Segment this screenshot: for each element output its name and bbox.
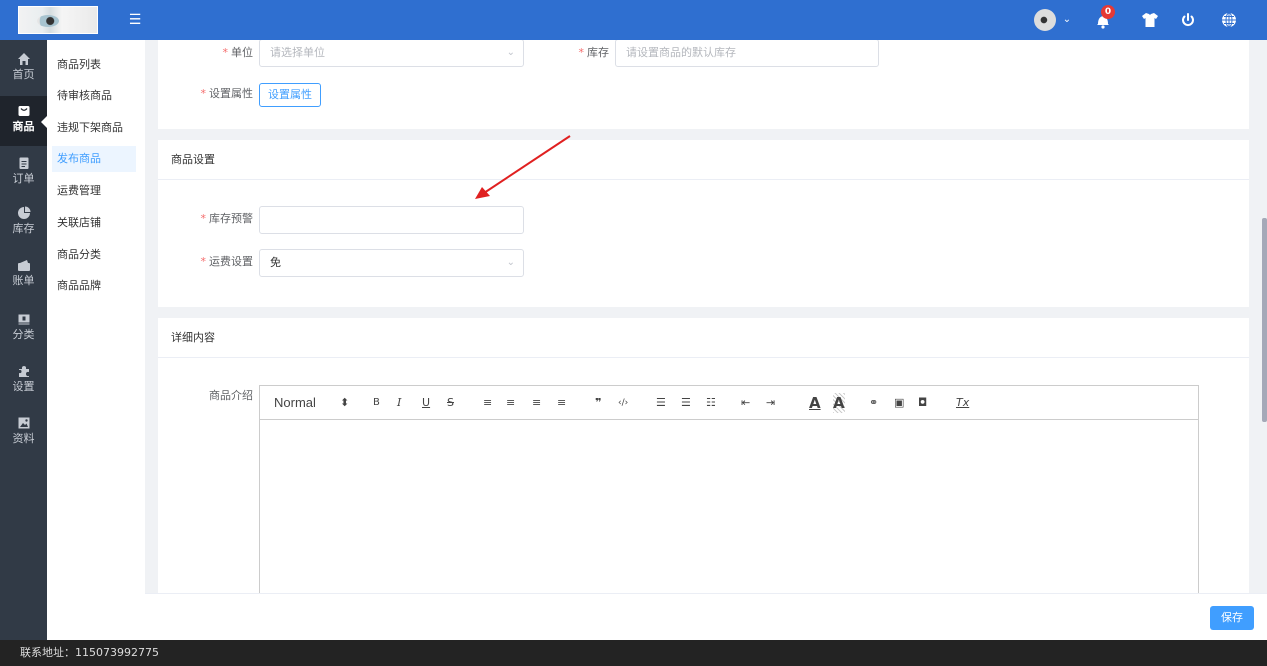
- align-right-icon[interactable]: ≡: [532, 386, 541, 420]
- shipping-label: * 运费设置: [200, 255, 254, 268]
- stock-label: * 库存: [578, 46, 610, 59]
- bold-icon[interactable]: B: [373, 386, 380, 420]
- sub-nav-item-pending-review[interactable]: 待审核商品: [52, 83, 136, 109]
- goods-settings-card: 商品设置 * 库存预警 * 运费设置 免 ⌄: [158, 140, 1249, 307]
- nav-item-orders[interactable]: 订单: [0, 148, 47, 200]
- editor-toolbar: Normal ⬍ B I U S ≡ ≡ ≡ ≡ ❞ ‹/› ☰ ☰ ☷ ⇤ ⇥…: [260, 386, 1198, 420]
- nav-item-home[interactable]: 首页: [0, 44, 47, 96]
- menu-toggle-icon[interactable]: ☰: [128, 11, 142, 29]
- nav-item-category[interactable]: 分类: [0, 304, 47, 356]
- indent-decrease-icon[interactable]: ⇤: [741, 386, 750, 420]
- sub-nav: 商品列表 待审核商品 违规下架商品 发布商品 运费管理 关联店铺 商品分类 商品…: [47, 40, 145, 640]
- nav-item-settings[interactable]: 设置: [0, 356, 47, 408]
- intro-label: 商品介绍: [209, 389, 253, 402]
- sub-nav-item-goods-category[interactable]: 商品分类: [52, 242, 136, 268]
- align-justify-icon[interactable]: ≡: [557, 386, 566, 420]
- format-stepper-icon[interactable]: ⬍: [340, 386, 349, 420]
- bullet-list-icon[interactable]: ☰: [681, 386, 691, 420]
- unit-label: * 单位: [222, 46, 254, 59]
- align-center-icon[interactable]: ≡: [506, 386, 515, 420]
- tag-icon: [17, 312, 31, 326]
- nav-item-profile[interactable]: 资料: [0, 408, 47, 460]
- set-attributes-button[interactable]: 设置属性: [259, 83, 321, 107]
- main-nav: 首页 商品 订单 库存 账单 分类 设置 资料: [0, 40, 47, 640]
- rich-text-editor: Normal ⬍ B I U S ≡ ≡ ≡ ≡ ❞ ‹/› ☰ ☰ ☷ ⇤ ⇥…: [259, 385, 1199, 593]
- nav-label: 商品: [12, 120, 35, 133]
- clear-format-icon[interactable]: Tx: [956, 386, 969, 420]
- background-color-icon[interactable]: A: [833, 393, 845, 413]
- stock-warning-input[interactable]: [259, 206, 524, 234]
- align-left-icon[interactable]: ≡: [483, 386, 492, 420]
- image-icon: [17, 416, 31, 430]
- sub-nav-item-violation-removed[interactable]: 违规下架商品: [52, 115, 136, 141]
- save-button[interactable]: 保存: [1210, 606, 1254, 630]
- link-icon[interactable]: ⚭: [869, 386, 878, 420]
- indent-increase-icon[interactable]: ⇥: [766, 386, 775, 420]
- washing-machine-logo-icon: [37, 15, 59, 27]
- globe-icon[interactable]: [1218, 9, 1240, 31]
- stock-warning-label: * 库存预警: [200, 212, 254, 225]
- chevron-down-icon[interactable]: ⌄: [1060, 10, 1074, 30]
- logo[interactable]: [18, 6, 98, 34]
- chevron-down-icon: ⌄: [506, 257, 515, 268]
- wallet-icon: [17, 258, 31, 272]
- top-bar: ☰ ⌄ 0: [0, 0, 1267, 40]
- basic-info-card: * 单位 请选择单位 ⌄ * 库存 请设置商品的默认库存 * 设置属性 设置属性: [158, 40, 1249, 129]
- nav-label: 账单: [12, 274, 35, 287]
- editor-body[interactable]: [260, 420, 1198, 593]
- stock-input[interactable]: 请设置商品的默认库存: [615, 40, 879, 67]
- blockquote-icon[interactable]: ❞: [595, 386, 601, 420]
- footer-action-bar: 保存: [145, 593, 1267, 640]
- ordered-list-icon[interactable]: ☰: [656, 386, 666, 420]
- pie-chart-icon: [17, 206, 31, 220]
- nav-label: 订单: [12, 172, 35, 185]
- nav-item-inventory[interactable]: 库存: [0, 198, 47, 250]
- sub-nav-item-publish-goods[interactable]: 发布商品: [52, 146, 136, 172]
- contact-info: 联系地址：115073992775: [20, 646, 159, 659]
- underline-icon[interactable]: U: [422, 386, 430, 420]
- sub-nav-item-shipping-management[interactable]: 运费管理: [52, 178, 136, 204]
- goods-settings-title: 商品设置: [158, 140, 1249, 180]
- sub-nav-item-goods-brand[interactable]: 商品品牌: [52, 273, 136, 299]
- clipboard-icon: [17, 156, 31, 170]
- status-bar: 联系地址：115073992775: [0, 640, 1267, 666]
- attr-label: * 设置属性: [200, 87, 254, 100]
- sub-nav-item-linked-stores[interactable]: 关联店铺: [52, 210, 136, 236]
- shopping-bag-icon: [17, 104, 31, 118]
- puzzle-icon: [17, 364, 31, 378]
- shipping-select[interactable]: 免 ⌄: [259, 249, 524, 277]
- sub-nav-item-goods-list[interactable]: 商品列表: [52, 52, 136, 78]
- text-color-icon[interactable]: A: [809, 386, 821, 420]
- format-select[interactable]: Normal: [274, 386, 316, 420]
- check-list-icon[interactable]: ☷: [706, 386, 716, 420]
- tshirt-icon[interactable]: [1139, 9, 1161, 31]
- power-icon[interactable]: [1177, 9, 1199, 31]
- video-icon[interactable]: ◘: [918, 386, 927, 420]
- detail-content-card: 详细内容 商品介绍 Normal ⬍ B I U S ≡ ≡ ≡ ≡ ❞ ‹/›…: [158, 318, 1249, 593]
- notification-badge: 0: [1101, 5, 1115, 19]
- nav-label: 资料: [12, 432, 35, 445]
- italic-icon[interactable]: I: [397, 386, 401, 420]
- nav-label: 设置: [12, 380, 35, 393]
- nav-label: 库存: [12, 222, 35, 235]
- scrollbar-thumb[interactable]: [1262, 218, 1267, 422]
- unit-select[interactable]: 请选择单位 ⌄: [259, 40, 524, 67]
- detail-content-title: 详细内容: [158, 318, 1249, 358]
- nav-item-goods[interactable]: 商品: [0, 96, 47, 146]
- code-block-icon[interactable]: ‹/›: [618, 386, 628, 420]
- content-scrollbar[interactable]: [1260, 40, 1267, 593]
- main-content: * 单位 请选择单位 ⌄ * 库存 请设置商品的默认库存 * 设置属性 设置属性 商品…: [145, 40, 1260, 593]
- nav-label: 分类: [12, 328, 35, 341]
- home-icon: [17, 52, 31, 66]
- image-insert-icon[interactable]: ▣: [894, 386, 904, 420]
- nav-item-bills[interactable]: 账单: [0, 250, 47, 302]
- nav-label: 首页: [12, 68, 35, 81]
- avatar[interactable]: [1034, 9, 1056, 31]
- strikethrough-icon[interactable]: S: [447, 386, 454, 420]
